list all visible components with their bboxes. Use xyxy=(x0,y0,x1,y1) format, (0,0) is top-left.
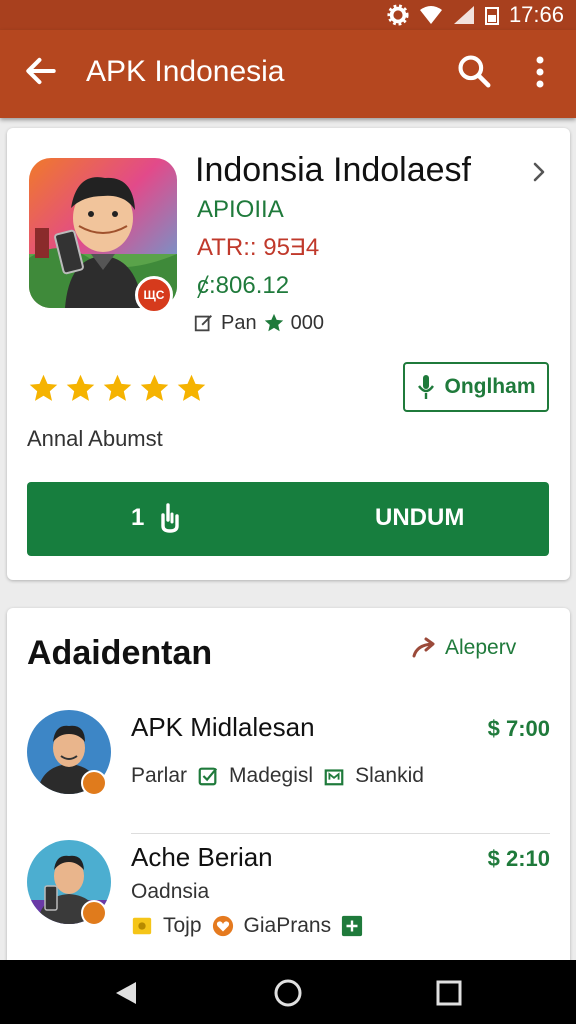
system-nav-bar xyxy=(0,960,576,1024)
recents-nav-icon[interactable] xyxy=(432,976,466,1010)
app-bar: APK Indonesia xyxy=(0,30,576,118)
store-icon xyxy=(324,769,344,786)
back-nav-icon[interactable] xyxy=(110,976,144,1010)
list-item-tags: Tojp GiaPrans xyxy=(131,914,363,938)
search-icon[interactable] xyxy=(455,52,493,90)
app-bar-title: APK Indonesia xyxy=(86,55,285,88)
list-item-price: $ 7:00 xyxy=(487,716,550,741)
voice-button-label: Onglham xyxy=(444,375,536,398)
star-icon xyxy=(140,374,169,401)
app-version: ATR:: 95Ǝ4 xyxy=(197,234,320,261)
avatar-badge xyxy=(81,770,107,796)
star-icon xyxy=(264,313,283,332)
list-item[interactable]: Ache Berian Oadnsia $ 2:10 Tojp GiaPrans xyxy=(7,834,570,964)
list-item[interactable]: APK Midlalesan $ 7:00 Parlar Madegisl Sl… xyxy=(7,704,570,834)
rating-label: Annal Abumst xyxy=(27,426,163,451)
badge-icon xyxy=(132,917,152,935)
app-meta-label: Pan xyxy=(221,312,257,334)
edit-icon xyxy=(194,315,212,332)
signal-icon xyxy=(453,6,474,24)
section-link[interactable]: Aleperv xyxy=(411,636,516,660)
battery-icon xyxy=(484,7,499,25)
voice-button[interactable]: Onglham xyxy=(403,362,549,412)
list-item-title: Ache Berian xyxy=(131,842,273,872)
app-name: Indonsia Indolaesf xyxy=(195,151,471,189)
tag-label: GiaPrans xyxy=(243,914,332,937)
app-price: ȼ:806.12 xyxy=(197,272,290,299)
more-vert-icon[interactable] xyxy=(528,50,552,94)
list-item-tags: Parlar Madegisl Slankid xyxy=(131,764,424,788)
related-apps-card: Adaidentan Aleperv APK Midlalesan $ 7:00… xyxy=(7,608,570,968)
app-developer[interactable]: APIOIIA xyxy=(197,194,284,226)
install-count: 1 xyxy=(131,504,145,531)
check-box-icon xyxy=(198,767,218,786)
tag-label: Madegisl xyxy=(229,764,314,787)
section-link-label: Aleperv xyxy=(445,636,517,659)
heart-icon xyxy=(212,915,233,937)
touch-icon xyxy=(161,503,179,533)
install-button[interactable]: 1 UNDUM xyxy=(27,482,549,556)
list-item-subtitle: Oadnsia xyxy=(131,880,210,903)
settings-icon xyxy=(387,4,409,26)
section-title: Adaidentan xyxy=(27,634,213,672)
mic-icon xyxy=(418,375,435,399)
rating-stars[interactable] xyxy=(27,372,208,405)
list-item-title: APK Midlalesan xyxy=(131,712,315,742)
wifi-icon xyxy=(419,6,442,24)
tag-label: Tojp xyxy=(163,914,202,937)
home-nav-icon[interactable] xyxy=(271,976,305,1010)
install-button-label: UNDUM xyxy=(375,504,465,531)
add-icon[interactable] xyxy=(341,915,363,937)
status-icons: 17:66 xyxy=(387,0,564,30)
arrow-icon xyxy=(412,637,435,658)
avatar-badge xyxy=(81,900,107,926)
app-meta-rating: 000 xyxy=(290,312,324,334)
app-icon-badge: ЩC xyxy=(135,276,173,314)
tag-label: Slankid xyxy=(355,764,424,787)
star-icon xyxy=(177,374,206,401)
chevron-right-icon[interactable] xyxy=(527,160,551,184)
back-arrow-icon[interactable] xyxy=(22,52,60,90)
status-time: 17:66 xyxy=(508,2,564,27)
star-icon xyxy=(66,374,95,401)
star-icon xyxy=(29,374,58,401)
tag-label: Parlar xyxy=(131,764,188,787)
star-icon xyxy=(103,374,132,401)
status-bar: 17:66 xyxy=(0,0,576,30)
app-meta: Pan 000 xyxy=(193,308,324,338)
app-detail-card: ЩC Indonsia Indolaesf APIOIIA ATR:: 95Ǝ4… xyxy=(7,128,570,580)
list-item-price: $ 2:10 xyxy=(487,846,550,871)
